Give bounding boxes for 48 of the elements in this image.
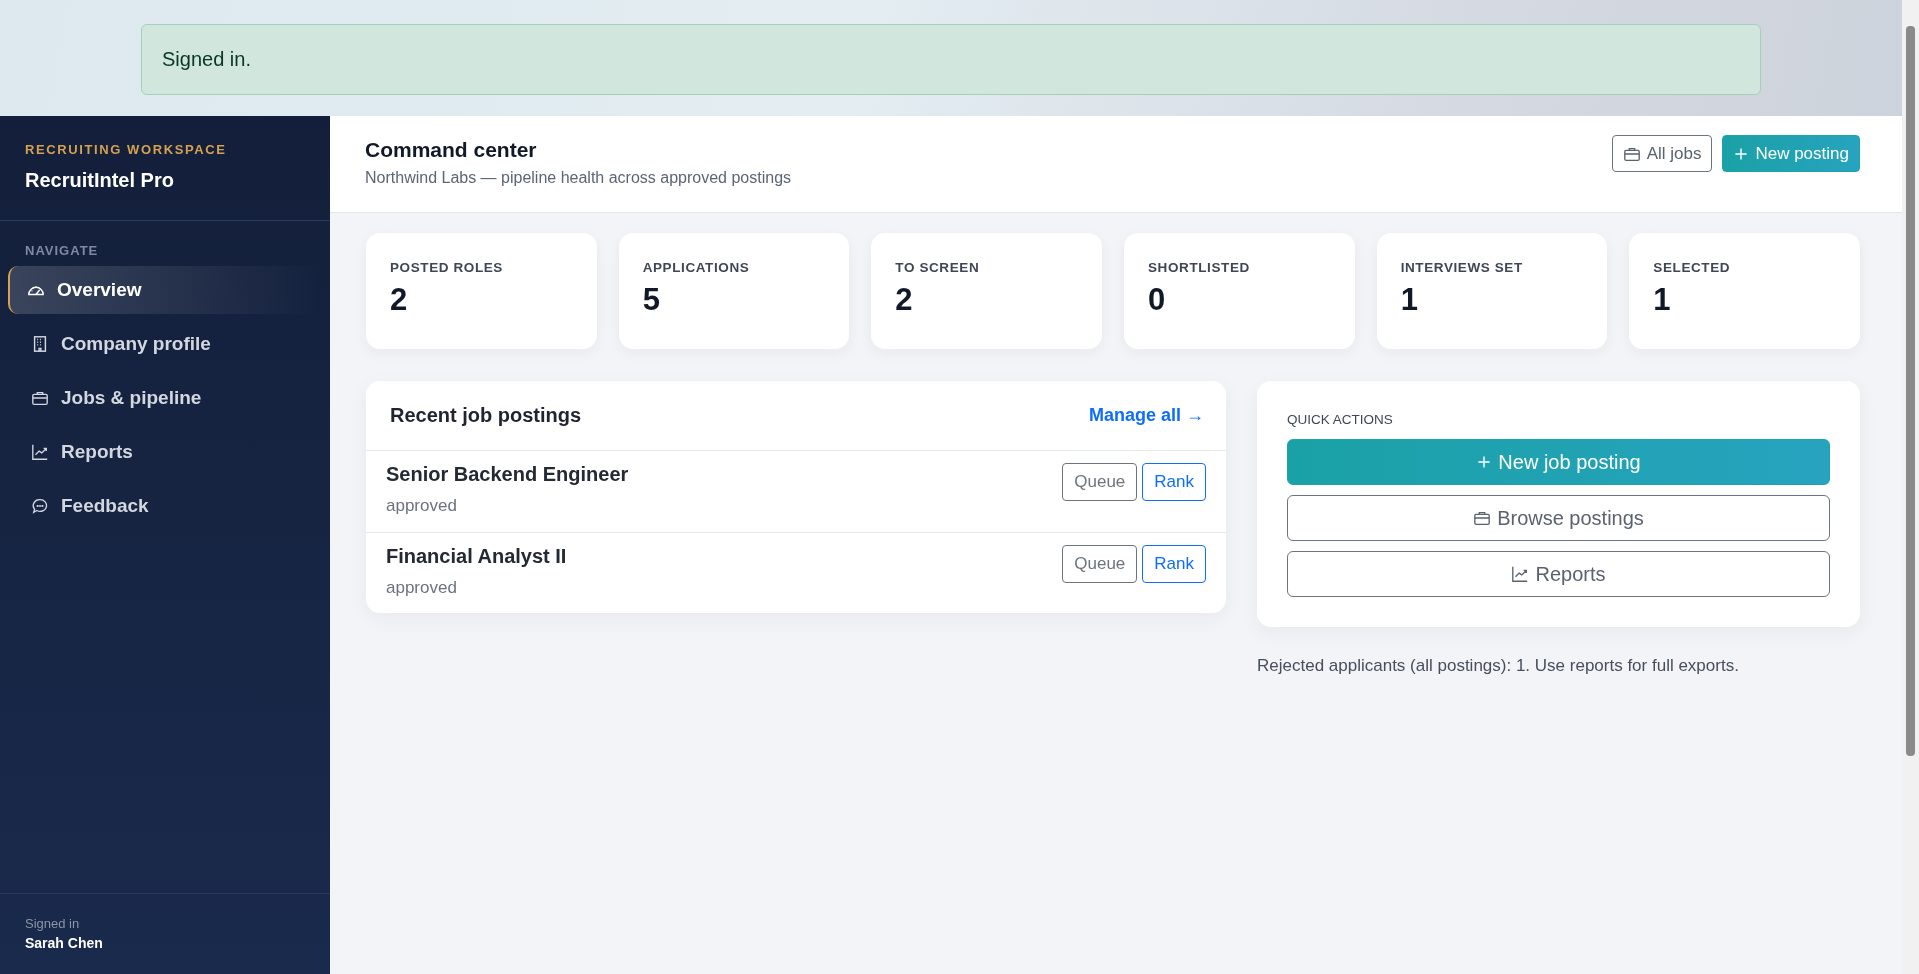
quick-action-button[interactable]: Reports <box>1287 551 1830 597</box>
job-status: approved <box>386 496 458 516</box>
briefcase-icon <box>1473 509 1492 527</box>
brand-name: RecruitIntel Pro <box>25 169 175 192</box>
all-jobs-button[interactable]: All jobs <box>1611 135 1713 172</box>
stat-value: 2 <box>390 282 409 318</box>
stat-value: 2 <box>895 282 914 318</box>
nav-item[interactable]: Feedback <box>8 482 322 530</box>
card-title: QUICK ACTIONS <box>1287 412 1394 427</box>
quick-action-button[interactable]: Browse postings <box>1287 495 1830 541</box>
nav-item[interactable]: Jobs & pipeline <box>8 374 322 422</box>
stat-value: 0 <box>1148 282 1167 318</box>
rank-button[interactable]: Rank <box>1142 463 1206 501</box>
building-icon <box>31 335 49 353</box>
stat-value: 5 <box>642 282 661 318</box>
scrollbar[interactable] <box>1902 0 1919 974</box>
card-title: Recent job postings <box>390 404 582 427</box>
page-title: Command center <box>365 138 538 162</box>
stat-value: 1 <box>1653 282 1672 318</box>
nav-item[interactable]: Company profile <box>8 320 322 368</box>
job-status: approved <box>386 578 458 598</box>
success-alert: Signed in. <box>141 24 1761 95</box>
queue-button[interactable]: Queue <box>1062 463 1138 501</box>
section-label: NAVIGATE <box>24 243 100 258</box>
chart-icon <box>1511 565 1530 583</box>
job-title: Senior Backend Engineer <box>386 463 629 486</box>
stat-label: SELECTED <box>1653 260 1732 275</box>
stat-value: 1 <box>1400 282 1419 318</box>
workspace-label: RECRUITING WORKSPACE <box>25 142 228 157</box>
chat-bubble-icon <box>31 497 49 515</box>
manage-all-link[interactable]: Manage all → <box>1088 405 1204 426</box>
stat-label: INTERVIEWS SET <box>1400 260 1524 275</box>
chart-icon <box>31 443 49 461</box>
signed-in-label: Signed in <box>25 916 81 931</box>
stat-label: TO SCREEN <box>895 260 981 275</box>
plus-icon <box>1733 145 1750 162</box>
plus-icon <box>1476 454 1493 470</box>
stat-label: APPLICATIONS <box>642 260 751 275</box>
user-name: Sarah Chen <box>25 935 104 951</box>
rejected-note: Rejected applicants (all postings): 1. Use reports for full exports. <box>1257 656 1740 676</box>
queue-button[interactable]: Queue <box>1062 545 1138 583</box>
rank-button[interactable]: Rank <box>1142 545 1206 583</box>
briefcase-icon <box>31 389 49 407</box>
nav-item[interactable]: Reports <box>8 428 322 476</box>
stat-label: POSTED ROLES <box>390 260 504 275</box>
stat-label: SHORTLISTED <box>1148 260 1251 275</box>
job-title: Financial Analyst II <box>386 545 567 568</box>
page-subtitle: Northwind Labs — pipeline health across approved postings <box>365 169 792 187</box>
